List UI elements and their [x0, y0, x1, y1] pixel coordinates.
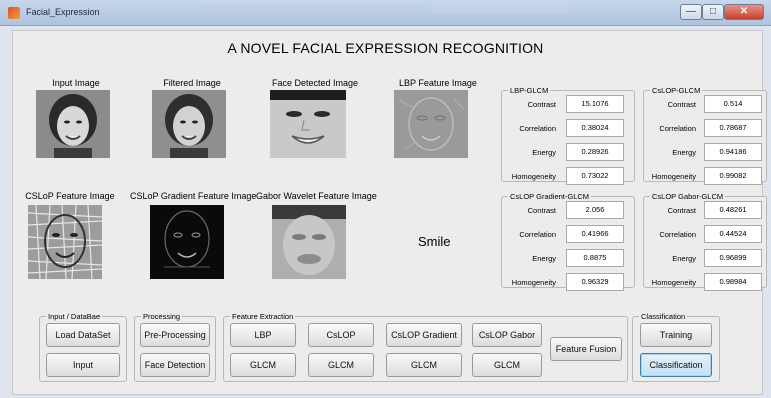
feature-fusion-button[interactable]: Feature Fusion — [550, 337, 622, 361]
matlab-icon — [8, 7, 20, 19]
cslop-feature-image — [28, 205, 102, 279]
cslop-feature-image-label: CSLoP Feature Image — [25, 191, 115, 201]
cslop-gradient-glcm-button[interactable]: GLCM — [386, 353, 462, 377]
gabor-contrast-value[interactable]: 0.48261 — [704, 201, 762, 219]
window-title: Facial_Expression — [26, 7, 100, 17]
homogeneity-label: Homogeneity — [511, 172, 556, 181]
homogeneity-label: Homogeneity — [651, 278, 696, 287]
energy-label: Energy — [532, 254, 556, 263]
input-database-title: Input / DataBae — [48, 312, 101, 321]
lbp-glcm-button[interactable]: GLCM — [230, 353, 296, 377]
gabor-energy-value[interactable]: 0.96899 — [704, 249, 762, 267]
energy-label: Energy — [532, 148, 556, 157]
classification-button[interactable]: Classification — [640, 353, 712, 377]
lbp-energy-value[interactable]: 0.28926 — [566, 143, 624, 161]
contrast-label: Contrast — [527, 100, 556, 109]
contrast-label: Contrast — [527, 206, 556, 215]
cslop-energy-value[interactable]: 0.94186 — [704, 143, 762, 161]
cslop-gabor-glcm-button[interactable]: GLCM — [472, 353, 542, 377]
contrast-label: Contrast — [667, 206, 696, 215]
lbp-contrast-value[interactable]: 15.1076 — [566, 95, 624, 113]
lbp-feature-image — [394, 90, 468, 158]
cslop-homogeneity-value[interactable]: 0.99082 — [704, 167, 762, 185]
face-detection-button[interactable]: Face Detection — [140, 353, 210, 377]
gradient-correlation-value[interactable]: 0.41966 — [566, 225, 624, 243]
load-dataset-button[interactable]: Load DataSet — [46, 323, 120, 347]
filtered-image-label: Filtered Image — [163, 78, 221, 88]
face-detected-image-label: Face Detected Image — [271, 78, 359, 88]
feature-extraction-title: Feature Extraction — [232, 312, 294, 321]
app-window: Facial_Expression — □ ✕ A NOVEL FACIAL E… — [0, 0, 771, 398]
correlation-label: Correlation — [519, 230, 556, 239]
title-bar-glare — [200, 4, 420, 14]
lbp-feature-image-label: LBP Feature Image — [399, 78, 477, 88]
cslop-gabor-glcm-title: CsLOP Gabor-GLCM — [652, 192, 724, 201]
classification-title: Classification — [641, 312, 686, 321]
homogeneity-label: Homogeneity — [511, 278, 556, 287]
input-image-label: Input Image — [52, 78, 100, 88]
cslop-gradient-button[interactable]: CsLOP Gradient — [386, 323, 462, 347]
correlation-label: Correlation — [659, 124, 696, 133]
app-title: A NOVEL FACIAL EXPRESSION RECOGNITION — [227, 40, 544, 56]
expression-result: Smile — [418, 234, 451, 249]
homogeneity-label: Homogeneity — [651, 172, 696, 181]
cslop-contrast-value[interactable]: 0.514 — [704, 95, 762, 113]
processing-title: Processing — [143, 312, 181, 321]
gabor-homogeneity-value[interactable]: 0.98984 — [704, 273, 762, 291]
title-bar-glare — [430, 4, 570, 14]
lbp-homogeneity-value[interactable]: 0.73022 — [566, 167, 624, 185]
gradient-energy-value[interactable]: 0.8875 — [566, 249, 624, 267]
contrast-label: Contrast — [667, 100, 696, 109]
training-button[interactable]: Training — [640, 323, 712, 347]
gabor-correlation-value[interactable]: 0.44524 — [704, 225, 762, 243]
cslop-gradient-glcm-title: CsLOP Gradient-GLCM — [510, 192, 590, 201]
cslop-correlation-value[interactable]: 0.78687 — [704, 119, 762, 137]
gabor-wavelet-feature-image-label: Gabor Wavelet Feature Image — [256, 191, 377, 201]
close-button[interactable]: ✕ — [724, 4, 764, 20]
face-detected-image — [270, 90, 346, 158]
lbp-correlation-value[interactable]: 0.38024 — [566, 119, 624, 137]
cslop-button[interactable]: CsLOP — [308, 323, 374, 347]
minimize-button[interactable]: — — [680, 4, 702, 20]
maximize-button[interactable]: □ — [702, 4, 724, 20]
cslop-gabor-button[interactable]: CsLOP Gabor — [472, 323, 542, 347]
cslop-gradient-feature-image-label: CSLoP Gradient Feature Image — [130, 191, 257, 201]
input-button[interactable]: Input — [46, 353, 120, 377]
cslop-glcm-button[interactable]: GLCM — [308, 353, 374, 377]
input-image — [36, 90, 110, 158]
energy-label: Energy — [672, 254, 696, 263]
gabor-wavelet-feature-image — [272, 205, 346, 279]
correlation-label: Correlation — [659, 230, 696, 239]
lbp-glcm-title: LBP-GLCM — [510, 86, 549, 95]
cslop-glcm-title: CsLOP-GLCM — [652, 86, 701, 95]
pre-processing-button[interactable]: Pre-Processing — [140, 323, 210, 347]
title-bar[interactable]: Facial_Expression — □ ✕ — [0, 0, 771, 26]
cslop-gradient-feature-image — [150, 205, 224, 279]
gradient-homogeneity-value[interactable]: 0.96329 — [566, 273, 624, 291]
filtered-image — [152, 90, 226, 158]
lbp-button[interactable]: LBP — [230, 323, 296, 347]
energy-label: Energy — [672, 148, 696, 157]
gradient-contrast-value[interactable]: 2.056 — [566, 201, 624, 219]
correlation-label: Correlation — [519, 124, 556, 133]
